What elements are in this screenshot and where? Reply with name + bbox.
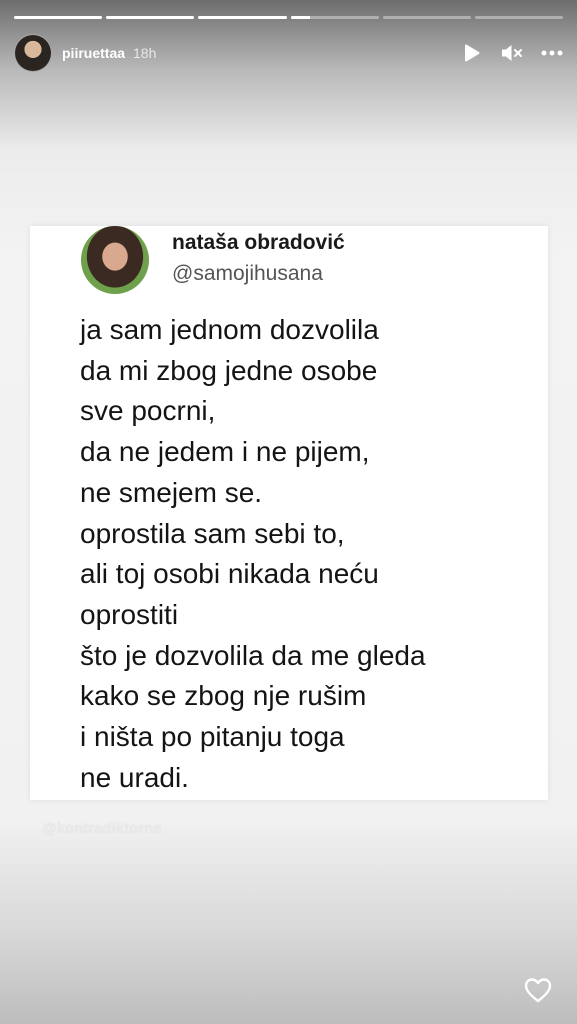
play-icon[interactable] — [461, 42, 483, 64]
tweet-line: ne smejem se. — [80, 476, 263, 508]
heart-icon[interactable] — [522, 974, 554, 1006]
tweet-line: ali toj osobi nikada neću — [80, 558, 379, 590]
tweet-line: da mi zbog jedne osobe — [80, 354, 378, 386]
story-controls — [461, 42, 563, 64]
post-time: 18h — [133, 45, 157, 61]
tweet-card: nataša obradović @samojihusana ja sam je… — [30, 226, 548, 800]
progress-segment — [14, 16, 103, 19]
tweet-line: i ništa po pitanju toga — [80, 721, 345, 753]
tweet-line: oprostila sam sebi to, — [80, 517, 345, 549]
tweet-avatar — [81, 226, 149, 294]
tweet-line: sve pocrni, — [80, 395, 216, 427]
tweet-text: ja sam jednom dozvolila da mi zbog jedne… — [80, 310, 540, 798]
progress-segment — [290, 16, 379, 19]
tweet-author-name: nataša obradović — [172, 231, 345, 254]
tweet-line: kako se zbog nje rušim — [80, 680, 367, 712]
more-icon[interactable] — [541, 42, 563, 64]
username[interactable]: piiruettaa — [62, 45, 125, 61]
tweet-line: što je dozvolila da me gleda — [80, 639, 426, 671]
progress-segment — [474, 16, 564, 19]
tweet-author-handle: @samojihusana — [172, 262, 323, 285]
tweet-line: da ne jedem i ne pijem, — [80, 436, 370, 468]
avatar[interactable] — [14, 34, 52, 72]
progress-segment — [382, 16, 471, 19]
tweet-line: oprostiti — [80, 598, 179, 630]
mute-icon[interactable] — [501, 42, 523, 64]
progress-segment — [198, 16, 287, 19]
watermark: @kontradiktorne — [42, 820, 162, 837]
tweet-line: ja sam jednom dozvolila — [80, 314, 379, 345]
story-header: piiruettaa 18h — [14, 34, 563, 72]
story-progress-bar — [14, 16, 564, 19]
tweet-line: ne uradi. — [80, 761, 189, 793]
progress-segment — [106, 16, 195, 19]
